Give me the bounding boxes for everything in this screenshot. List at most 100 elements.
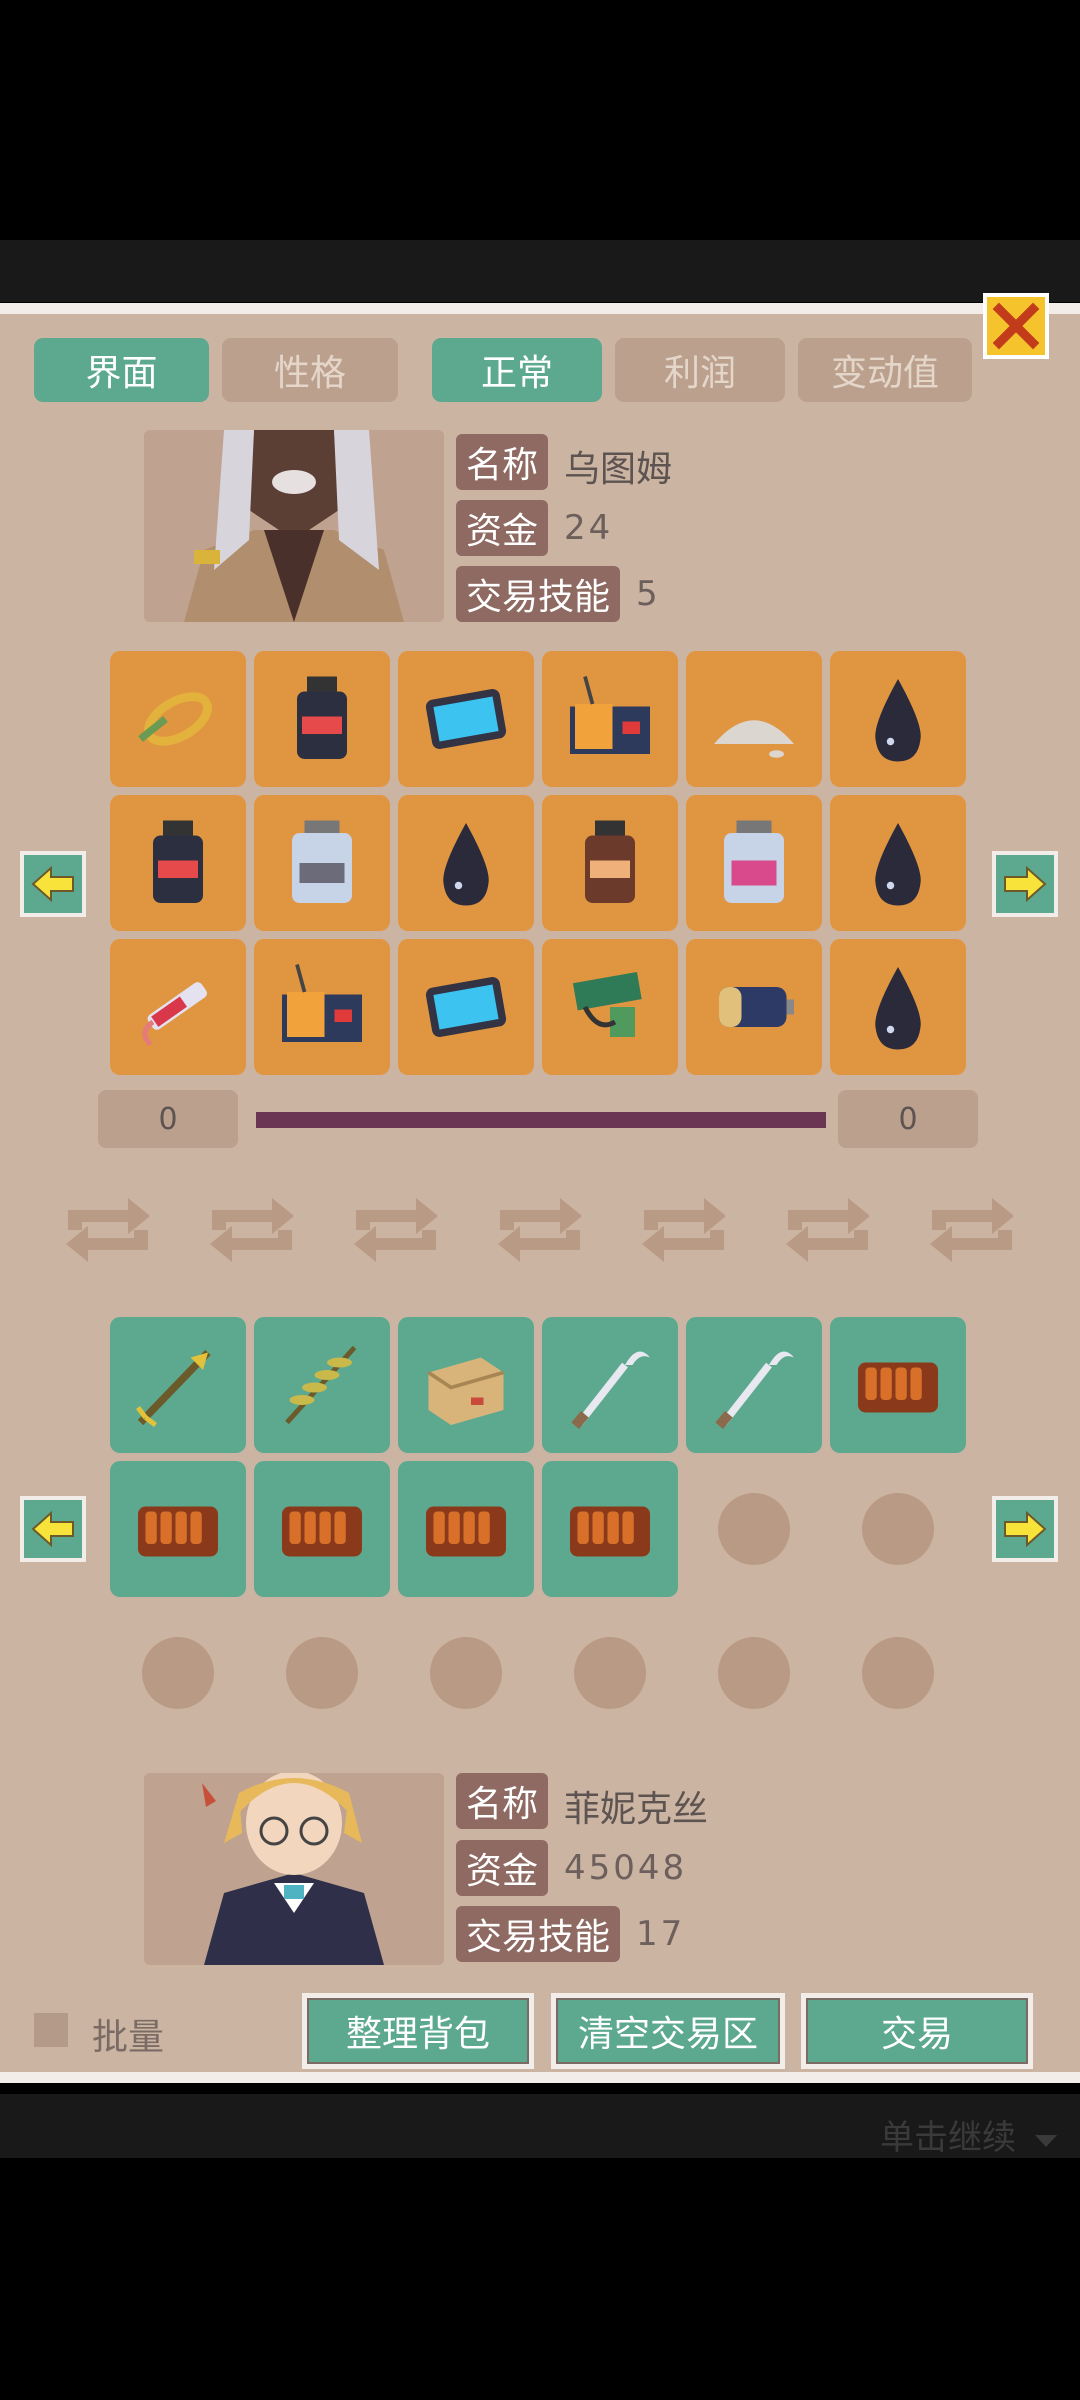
glass-jar-icon xyxy=(292,820,352,903)
trade-button[interactable]: 交易 xyxy=(801,1993,1033,2069)
tap-to-continue-hint[interactable]: 单击继续 xyxy=(880,2110,1059,2159)
arrow-left-icon xyxy=(31,866,74,902)
inventory-slot[interactable] xyxy=(830,1317,966,1453)
arrow-left-icon xyxy=(31,1511,74,1547)
tab-view[interactable]: 界面 xyxy=(34,338,209,402)
close-button[interactable] xyxy=(983,293,1049,359)
inventory-slot[interactable] xyxy=(110,1461,246,1597)
inventory-slot[interactable] xyxy=(254,651,390,787)
radio-icon xyxy=(570,676,650,754)
merchant-skill-label: 交易技能 xyxy=(456,566,621,622)
swap-arrows-icon xyxy=(490,1190,590,1270)
player-inventory-grid xyxy=(110,1317,966,1741)
empty-slot xyxy=(542,1605,678,1741)
tab-personality[interactable]: 性格 xyxy=(222,338,398,402)
tablet-icon xyxy=(425,977,507,1037)
tab-profit[interactable]: 利润 xyxy=(615,338,785,402)
chevron-down-icon xyxy=(1034,2135,1057,2147)
swap-arrows-icon xyxy=(58,1190,158,1270)
tab-change-value[interactable]: 变动值 xyxy=(798,338,972,402)
inventory-slot[interactable] xyxy=(542,939,678,1075)
player-funds: 45048 xyxy=(564,1848,688,1888)
batch-checkbox[interactable] xyxy=(34,2013,68,2047)
inventory-slot[interactable] xyxy=(686,939,822,1075)
arrow-right-icon xyxy=(1004,866,1047,902)
empty-slot xyxy=(830,1461,966,1597)
tablet-icon xyxy=(425,689,507,749)
empty-slot xyxy=(830,1605,966,1741)
empty-slot xyxy=(686,1605,822,1741)
merchant-next-page-button[interactable] xyxy=(992,851,1058,917)
player-portrait xyxy=(144,1773,444,1965)
ammo-belt-icon xyxy=(858,1362,938,1413)
player-skill: 17 xyxy=(636,1914,686,1954)
tab-normal[interactable]: 正常 xyxy=(432,338,602,402)
inventory-slot[interactable] xyxy=(110,1317,246,1453)
batch-label: 批量 xyxy=(92,2017,165,2058)
powder-pile-icon xyxy=(714,720,794,758)
inventory-slot[interactable] xyxy=(686,795,822,931)
inventory-slot[interactable] xyxy=(830,651,966,787)
inventory-slot[interactable] xyxy=(398,651,534,787)
inventory-slot[interactable] xyxy=(110,651,246,787)
empty-slot-marker xyxy=(142,1637,214,1709)
inventory-slot[interactable] xyxy=(542,651,678,787)
inventory-slot[interactable] xyxy=(686,651,822,787)
player-prev-page-button[interactable] xyxy=(20,1496,86,1562)
oil-drop-icon xyxy=(875,967,921,1050)
empty-slot-marker xyxy=(574,1637,646,1709)
player-trade-count: 0 xyxy=(838,1090,978,1148)
inventory-slot[interactable] xyxy=(830,939,966,1075)
top-bar xyxy=(0,240,1080,302)
empty-slot-marker xyxy=(430,1637,502,1709)
player-name-label: 名称 xyxy=(456,1773,549,1829)
brown-bottle-icon xyxy=(585,820,635,903)
player-next-page-button[interactable] xyxy=(992,1496,1058,1562)
inventory-slot[interactable] xyxy=(542,795,678,931)
sort-inventory-button[interactable]: 整理背包 xyxy=(302,1993,534,2069)
pink-jar-icon xyxy=(724,820,784,903)
inventory-slot[interactable] xyxy=(686,1317,822,1453)
inventory-slot[interactable] xyxy=(398,1461,534,1597)
merchant-portrait xyxy=(144,430,444,622)
swap-arrows-icon xyxy=(346,1190,446,1270)
inventory-slot[interactable] xyxy=(254,1317,390,1453)
inventory-slot[interactable] xyxy=(398,939,534,1075)
oil-drop-icon xyxy=(875,679,921,762)
player-funds-label: 资金 xyxy=(456,1840,549,1896)
inventory-slot[interactable] xyxy=(398,795,534,931)
empty-slot xyxy=(254,1605,390,1741)
empty-slot-marker xyxy=(862,1493,934,1565)
inventory-slot[interactable] xyxy=(398,1317,534,1453)
swap-arrows-icon xyxy=(202,1190,302,1270)
trade-balance-bar xyxy=(256,1112,826,1128)
ammo-belt-icon xyxy=(138,1506,218,1557)
empty-slot xyxy=(398,1605,534,1741)
ammo-belt-icon xyxy=(426,1506,506,1557)
arrow-icon xyxy=(136,1349,211,1427)
inventory-slot[interactable] xyxy=(254,939,390,1075)
empty-slot xyxy=(686,1461,822,1597)
clear-trade-area-button[interactable]: 清空交易区 xyxy=(551,1993,785,2069)
merchant-skill: 5 xyxy=(636,574,661,614)
inventory-slot[interactable] xyxy=(110,795,246,931)
ammo-belt-icon xyxy=(282,1506,362,1557)
inventory-slot[interactable] xyxy=(254,1461,390,1597)
dark-bottle-icon xyxy=(297,676,347,759)
empty-slot-marker xyxy=(718,1637,790,1709)
inventory-slot[interactable] xyxy=(542,1461,678,1597)
ammo-belt-icon xyxy=(570,1506,650,1557)
inventory-slot[interactable] xyxy=(830,795,966,931)
inventory-slot[interactable] xyxy=(254,795,390,931)
rope-icon xyxy=(138,692,212,746)
swap-arrows-icon xyxy=(778,1190,878,1270)
merchant-name-label: 名称 xyxy=(456,434,549,490)
merchant-prev-page-button[interactable] xyxy=(20,851,86,917)
merchant-funds: 24 xyxy=(564,508,614,548)
merchant-inventory-grid xyxy=(110,651,966,1075)
oil-drop-icon xyxy=(875,823,921,906)
inventory-slot[interactable] xyxy=(542,1317,678,1453)
empty-slot-marker xyxy=(862,1637,934,1709)
hook-blade-icon xyxy=(715,1351,794,1429)
inventory-slot[interactable] xyxy=(110,939,246,1075)
